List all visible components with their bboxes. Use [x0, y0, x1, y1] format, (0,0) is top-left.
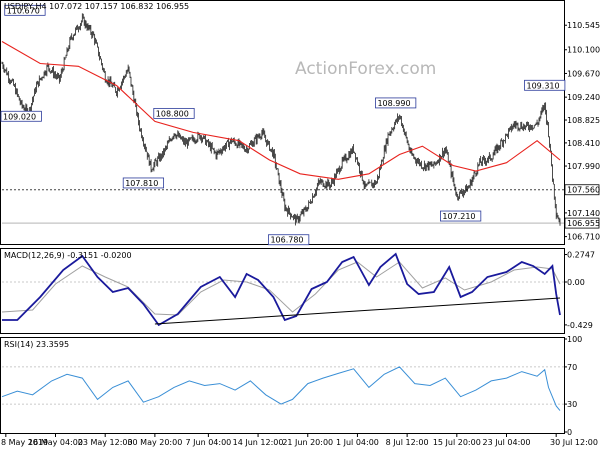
- rsi-title: RSI(14) 23.3595: [4, 340, 69, 349]
- time-axis-label: 8 Jul 12:00: [386, 438, 429, 447]
- price-annotation-label: 106.780: [270, 236, 303, 245]
- price-pane-frame: [0, 0, 565, 245]
- time-axis-label: 23 May 12:00: [78, 438, 133, 447]
- price-axis-label: 110.545: [567, 21, 600, 30]
- time-axis-label: 15 Jul 20:00: [433, 438, 481, 447]
- price-axis-label: 109.240: [567, 93, 600, 102]
- time-axis-label: 30 May 20:00: [127, 438, 182, 447]
- price-annotation-label: 109.020: [3, 112, 36, 121]
- price-annotation-label: 107.810: [125, 179, 158, 188]
- rsi-axis-label: 70: [567, 363, 577, 372]
- candlesticks: [1, 13, 561, 226]
- time-axis: 8 May 201916 May 04:0023 May 12:0030 May…: [1, 433, 598, 447]
- price-pane: 110.545 110.100 109.670 109.240 108.825 108.4…: [0, 4, 600, 246]
- rsi-line: [1, 366, 561, 411]
- rsi-axis-label: 0: [567, 428, 572, 437]
- chart-svg: 110.545 110.100 109.670 109.240 108.825 108.4…: [0, 0, 600, 447]
- macd-axis-label: 0.00: [567, 278, 585, 287]
- time-axis-label: 21 Jun 20:00: [282, 438, 333, 447]
- macd-line: [2, 252, 561, 327]
- price-chart-title: USDJPY,H4 107.072 107.157 106.832 106.95…: [4, 2, 189, 11]
- time-axis-label: 7 Jun 04:00: [186, 438, 232, 447]
- price-annotation-label: 108.800: [156, 109, 189, 118]
- price-annotation-label: 109.310: [527, 81, 560, 90]
- macd-title: MACD(12,26,9) -0.3151 -0.0200: [4, 251, 132, 260]
- macd-axis-label: 0.2747: [567, 251, 595, 260]
- time-axis-label: 1 Jul 04:00: [336, 438, 379, 447]
- time-axis-label: 14 Jun 12:00: [233, 438, 284, 447]
- rsi-pane: 100 70 30 0: [1, 335, 582, 437]
- macd-pane: 0.2747 0.00 -0.429: [1, 251, 595, 330]
- time-axis-label: 16 May 04:00: [28, 438, 83, 447]
- price-axis-label: 107.990: [567, 162, 600, 171]
- price-annotation-label: 107.210: [442, 212, 475, 221]
- price-axis-label: 107.140: [567, 209, 600, 218]
- moving-average-line: [1, 41, 561, 180]
- price-annotation-label: 108.990: [377, 99, 410, 108]
- forex-chart: 110.545 110.100 109.670 109.240 108.825 108.4…: [0, 0, 600, 450]
- current-price-label: 106.955: [567, 219, 600, 228]
- price-axis-label: 109.670: [567, 69, 600, 78]
- price-axis-label: 108.410: [567, 139, 600, 148]
- time-axis-label: 23 Jul 04:00: [483, 438, 531, 447]
- price-axis-label: 106.710: [567, 233, 600, 242]
- macd-trendline: [154, 297, 561, 325]
- price-axis-label: 108.825: [567, 116, 600, 125]
- price-axis-label: 110.100: [567, 46, 600, 55]
- rsi-axis-label: 30: [567, 400, 577, 409]
- watermark: ActionForex.com: [295, 59, 436, 79]
- macd-axis-label: -0.429: [567, 321, 593, 330]
- time-axis-label: 30 Jul 12:00: [550, 438, 598, 447]
- reference-level-label: 107.560: [567, 186, 600, 195]
- rsi-pane-frame: [0, 337, 565, 434]
- rsi-axis-label: 100: [567, 335, 582, 344]
